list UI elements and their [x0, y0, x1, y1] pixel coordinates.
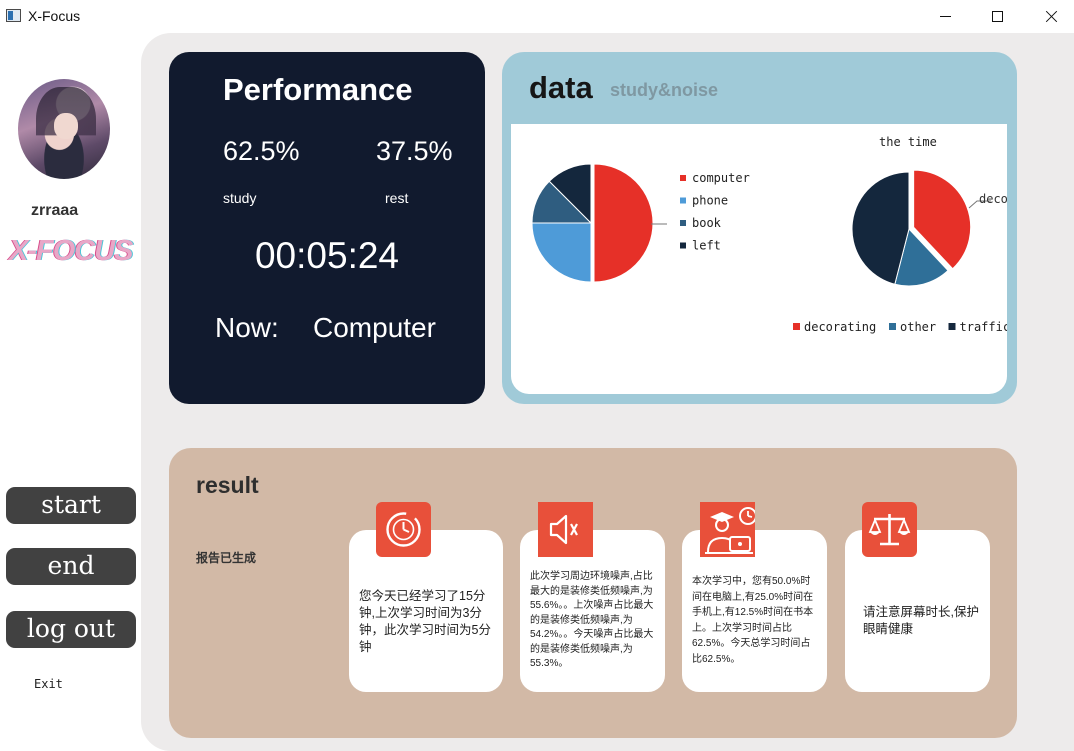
close-button[interactable]	[1028, 0, 1074, 33]
noise-summary: 此次学习周边环境噪声,占比最大的是装修类低频噪声,为55.6%。。上次噪声占比最…	[530, 571, 654, 669]
result-card: result 报告已生成 您今天已经学习了15分钟,上次学习时间为3分钟，此次学…	[169, 448, 1017, 738]
legend-swatch	[889, 323, 896, 330]
legend-swatch	[948, 323, 956, 330]
exit-link[interactable]: Exit	[34, 677, 63, 691]
username: zrraaa	[31, 202, 79, 219]
data-card: data study&noise computer phone book left th…	[502, 52, 1017, 404]
chart-title: the time	[879, 135, 937, 149]
legend-item: left	[692, 239, 721, 253]
legend-item: other	[900, 320, 936, 334]
slice-label: deco	[979, 192, 1007, 206]
title-bar: X-Focus	[0, 0, 1074, 33]
now-label: Now:	[215, 312, 279, 343]
avatar	[18, 79, 110, 179]
main-panel: Performance 62.5% 37.5% study rest 00:05…	[141, 33, 1074, 751]
minimize-button[interactable]	[922, 0, 968, 33]
minimize-icon	[939, 16, 951, 17]
window-title: X-Focus	[28, 8, 81, 24]
legend-item: computer	[692, 171, 750, 185]
logout-button[interactable]: log out	[6, 611, 136, 648]
close-icon	[1045, 10, 1058, 23]
chart-area: computer phone book left the time deco decorat…	[511, 124, 1007, 394]
legend-swatch	[680, 175, 686, 181]
eye-health-tip: 请注意屏幕时长,保护眼睛健康	[863, 605, 979, 636]
pie-slice-computer	[593, 163, 654, 283]
legend-swatch	[793, 323, 800, 330]
sidebar: zrraaa X-FOCUS start end log out Exit	[0, 35, 143, 751]
start-button[interactable]: start	[6, 487, 136, 524]
performance-card: Performance 62.5% 37.5% study rest 00:05…	[169, 52, 485, 404]
maximize-icon	[991, 11, 1003, 22]
end-button[interactable]: end	[6, 548, 136, 585]
data-title: data	[529, 70, 593, 105]
app-window-icon	[6, 9, 21, 22]
pie-slice-phone	[531, 222, 592, 283]
study-label: study	[223, 190, 257, 206]
scale-icon	[862, 502, 917, 557]
student-computer-icon	[700, 502, 755, 557]
performance-title: Performance	[223, 72, 413, 107]
rest-label: rest	[385, 190, 409, 206]
legend-swatch	[680, 220, 686, 226]
study-time-summary: 您今天已经学习了15分钟,上次学习时间为3分钟，此次学习时间为5分钟	[359, 589, 491, 654]
legend-item: phone	[692, 194, 728, 208]
pie-charts: computer phone book left the time deco decorat…	[531, 135, 1008, 334]
legend-item: traffic	[960, 320, 1008, 334]
maximize-button[interactable]	[974, 0, 1020, 33]
report-status: 报告已生成	[196, 551, 257, 565]
speaker-icon	[538, 502, 593, 557]
data-subtitle: study&noise	[610, 80, 719, 100]
session-timer: 00:05:24	[254, 235, 400, 276]
result-title: result	[196, 472, 259, 498]
app-logo: X-FOCUS	[9, 235, 133, 267]
study-percent: 62.5%	[223, 136, 300, 166]
legend-item: book	[692, 216, 722, 230]
current-activity: Computer	[313, 312, 436, 343]
clock-icon	[376, 502, 431, 557]
device-time-summary: 本次学习中，您有50.0%时间在电脑上,有25.0%时间在手机上,有12.5%时…	[692, 576, 814, 665]
legend-item: decorating	[804, 320, 876, 334]
legend-swatch	[680, 242, 686, 249]
legend-swatch	[680, 197, 686, 204]
rest-percent: 37.5%	[376, 136, 453, 166]
